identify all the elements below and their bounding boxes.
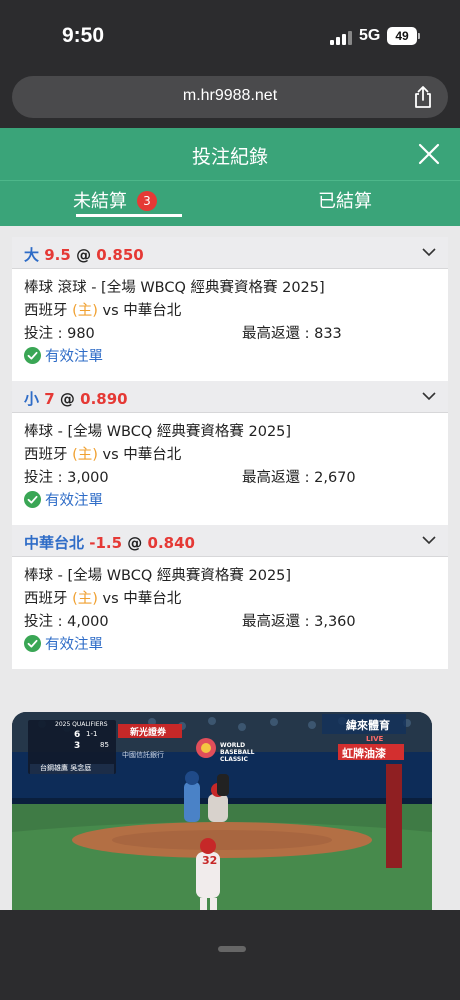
- active-tab-indicator: [76, 214, 182, 217]
- bet-card-header[interactable]: 中華台北 -1.5 @ 0.840: [12, 525, 448, 557]
- home-tag: (主): [72, 591, 98, 607]
- bet-card[interactable]: 小 7 @ 0.890 棒球 - [全場 WBCQ 經典賽資格賽 2025] 西…: [12, 381, 448, 525]
- bet-teams: 西班牙 (主) vs 中華台北: [24, 588, 436, 611]
- bet-card-body: 棒球 - [全場 WBCQ 經典賽資格賽 2025] 西班牙 (主) vs 中華…: [12, 413, 448, 525]
- away-team: 中華台北: [123, 303, 182, 319]
- battery-tip: [418, 33, 420, 39]
- sponsor-label: 新光證券: [130, 728, 167, 738]
- bet-status-label: 有效注單: [45, 493, 103, 509]
- vs-label: vs: [102, 447, 119, 463]
- chevron-down-icon[interactable]: [422, 391, 436, 401]
- sheet-header: 投注紀錄: [0, 128, 460, 180]
- address-bar[interactable]: m.hr9988.net: [12, 76, 448, 118]
- bet-amount-row: 投注 : 3,000 最高返還 : 2,670: [24, 467, 436, 490]
- bet-pick: 中華台北 -1.5 @ 0.840: [24, 532, 195, 553]
- max-return-label: 最高返還 : 833: [242, 326, 342, 342]
- vs-label: vs: [102, 591, 119, 607]
- bet-card[interactable]: 中華台北 -1.5 @ 0.840 棒球 - [全場 WBCQ 經典賽資格賽 2…: [12, 525, 448, 669]
- jersey-number: 32: [202, 854, 218, 867]
- scorebug-pitch-speed: 85: [100, 741, 109, 749]
- sheet-title: 投注紀錄: [191, 146, 268, 168]
- max-return-label: 最高返還 : 2,670: [242, 470, 356, 486]
- bet-teams: 西班牙 (主) vs 中華台北: [24, 300, 436, 323]
- home-team: 西班牙: [24, 591, 68, 607]
- status-bar: 9:50 5G 49: [0, 0, 460, 72]
- tab-unsettled[interactable]: 未結算 3: [0, 181, 230, 227]
- stake-label: 投注 : 980: [24, 326, 95, 342]
- chevron-down-icon[interactable]: [422, 535, 436, 545]
- bet-line: -1.5: [89, 534, 123, 552]
- bet-amount-row: 投注 : 4,000 最高返還 : 3,360: [24, 611, 436, 634]
- unsettled-count-badge: 3: [137, 191, 157, 211]
- share-icon[interactable]: [412, 85, 434, 109]
- max-return-label: 最高返還 : 3,360: [242, 614, 356, 630]
- home-tag: (主): [72, 303, 98, 319]
- home-team: 西班牙: [24, 303, 68, 319]
- bet-card[interactable]: 大 9.5 @ 0.850 棒球 滾球 - [全場 WBCQ 經典賽資格賽 20…: [12, 237, 448, 381]
- bet-status: 有效注單: [24, 634, 436, 657]
- broadcaster-logo: 緯來體育: [346, 719, 390, 732]
- check-circle-icon: [24, 635, 41, 652]
- bet-teams: 西班牙 (主) vs 中華台北: [24, 444, 436, 467]
- bet-status: 有效注單: [24, 346, 436, 369]
- battery-icon: 49: [387, 27, 417, 45]
- away-team: 中華台北: [123, 591, 182, 607]
- bet-status: 有效注單: [24, 490, 436, 513]
- stake-label: 投注 : 4,000: [24, 614, 109, 630]
- bet-market: 棒球 - [全場 WBCQ 經典賽資格賽 2025]: [24, 424, 292, 440]
- batter-name: 台鋼雄鷹 吳念庭: [40, 764, 92, 772]
- bet-line: 7: [44, 390, 55, 408]
- bet-at: @: [59, 390, 75, 408]
- bet-selection: 大: [24, 246, 40, 264]
- vs-label: vs: [102, 303, 119, 319]
- bet-odds: 0.850: [96, 246, 144, 264]
- tab-settled[interactable]: 已結算: [230, 181, 460, 227]
- url-text[interactable]: m.hr9988.net: [12, 87, 448, 105]
- bottom-bar: [0, 910, 460, 1000]
- stake-label: 投注 : 3,000: [24, 470, 109, 486]
- home-team: 西班牙: [24, 447, 68, 463]
- bet-selection: 小: [24, 390, 40, 408]
- check-circle-icon: [24, 347, 41, 364]
- bet-card-body: 棒球 - [全場 WBCQ 經典賽資格賽 2025] 西班牙 (主) vs 中華…: [12, 557, 448, 669]
- bet-status-label: 有效注單: [45, 637, 103, 653]
- bet-pick: 小 7 @ 0.890: [24, 388, 128, 409]
- signal-icon: [330, 29, 352, 45]
- bet-card-header[interactable]: 小 7 @ 0.890: [12, 381, 448, 413]
- close-icon[interactable]: [416, 141, 442, 167]
- bank-ad: 中國信託銀行: [122, 751, 164, 759]
- paint-ad: 虹牌油漆: [342, 747, 386, 760]
- home-tag: (主): [72, 447, 98, 463]
- bet-market: 棒球 - [全場 WBCQ 經典賽資格賽 2025]: [24, 568, 292, 584]
- scorebug-score-home: 3: [74, 741, 81, 751]
- bet-card-body: 棒球 滾球 - [全場 WBCQ 經典賽資格賽 2025] 西班牙 (主) vs…: [12, 269, 448, 381]
- wbc-logo-text: WORLD BASEBALL CLASSIC: [220, 742, 255, 763]
- bet-card-header[interactable]: 大 9.5 @ 0.850: [12, 237, 448, 269]
- bet-at: @: [127, 534, 143, 552]
- bet-odds: 0.890: [80, 390, 128, 408]
- away-team: 中華台北: [123, 447, 182, 463]
- bet-amount-row: 投注 : 980 最高返還 : 833: [24, 323, 436, 346]
- chevron-down-icon[interactable]: [422, 247, 436, 257]
- tab-bar: 未結算 3 已結算: [0, 180, 460, 226]
- bet-line: 9.5: [44, 246, 71, 264]
- network-type: 5G: [359, 27, 381, 44]
- live-label: LIVE: [366, 735, 384, 743]
- pip-handle[interactable]: [218, 946, 246, 952]
- scorebug-score-away: 6: [74, 730, 81, 740]
- check-circle-icon: [24, 491, 41, 508]
- bet-at: @: [76, 246, 92, 264]
- bet-selection: 中華台北: [24, 534, 85, 552]
- bet-pick: 大 9.5 @ 0.850: [24, 244, 144, 265]
- scorebug-count: 1-1: [86, 730, 98, 738]
- bet-market: 棒球 滾球 - [全場 WBCQ 經典賽資格賽 2025]: [24, 280, 325, 296]
- status-time: 9:50: [62, 24, 105, 47]
- scorebug-title: 2025 QUALIFIERS: [55, 721, 108, 728]
- tab-settled-label: 已結算: [318, 191, 372, 212]
- tab-unsettled-label: 未結算: [73, 191, 127, 212]
- bet-odds: 0.840: [147, 534, 195, 552]
- bet-status-label: 有效注單: [45, 349, 103, 365]
